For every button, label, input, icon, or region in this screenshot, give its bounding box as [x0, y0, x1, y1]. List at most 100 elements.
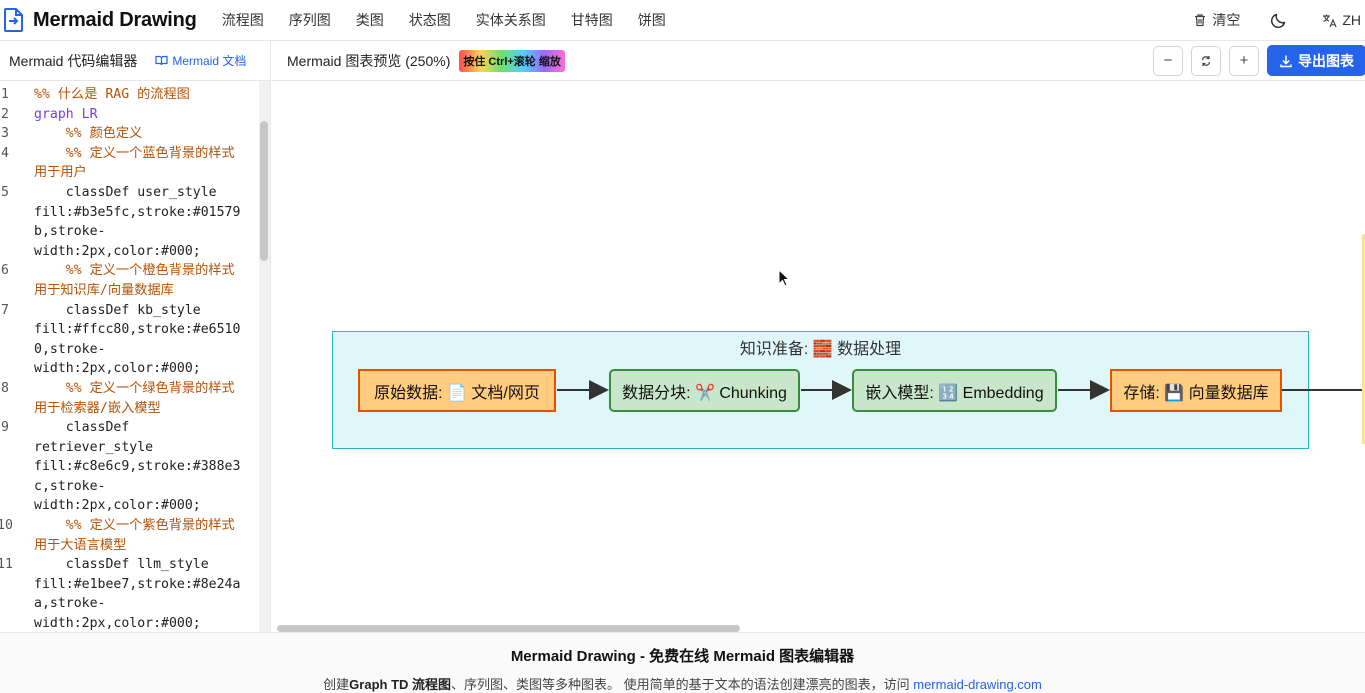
diagram-edges	[557, 380, 1365, 400]
code-text: retriever_style	[34, 439, 154, 455]
line-number	[0, 222, 34, 242]
nav-sequence[interactable]: 序列图	[289, 10, 331, 30]
code-line: fill:#ffcc80,stroke:#e6510	[0, 320, 270, 340]
export-button[interactable]: 导出图表	[1267, 45, 1365, 76]
code-text: 0,stroke-	[34, 341, 106, 357]
line-number	[0, 340, 34, 360]
logo-file-icon	[4, 8, 23, 32]
code-text: fill:#b3e5fc,stroke:#01579	[34, 204, 241, 220]
nav-er[interactable]: 实体关系图	[476, 10, 546, 30]
line-number: 3	[1, 126, 9, 142]
code-line: c,stroke-	[0, 477, 270, 497]
footer-desc-rest: 、序列图、类图等多种图表。 使用简单的基于文本的语法创建漂亮的图表，访问	[451, 677, 914, 692]
preview-header: Mermaid 图表预览 (250%) 按住 Ctrl+滚轮 缩放 − + 导出…	[272, 41, 1365, 81]
canvas-horizontal-scrollbar[interactable]	[277, 625, 740, 632]
download-icon	[1280, 55, 1292, 67]
code-line: 9 classDef	[0, 418, 270, 438]
editor-title: Mermaid 代码编辑器	[9, 52, 138, 69]
preview-title: Mermaid 图表预览 (250%)	[287, 52, 451, 69]
line-number: 11	[0, 557, 13, 573]
code-text: width:2px,color:#000;	[34, 616, 201, 632]
line-number	[0, 457, 34, 477]
export-label: 导出图表	[1298, 52, 1354, 69]
footer-title: Mermaid Drawing - 免费在线 Mermaid 图表编辑器	[510, 648, 855, 665]
zoom-out-button[interactable]: −	[1153, 45, 1183, 76]
code-line: 3 %% 颜色定义	[0, 124, 270, 144]
footer-description: 创建Graph TD 流程图、序列图、类图等多种图表。 使用简单的基于文本的语法…	[0, 674, 1365, 693]
line-number: 8	[1, 380, 9, 396]
code-line: width:2px,color:#000;	[0, 242, 270, 262]
code-line: fill:#e1bee7,stroke:#8e24a	[0, 575, 270, 595]
code-line: retriever_style	[0, 438, 270, 458]
code-text: b,stroke-	[34, 224, 106, 240]
code-text: %% 定义一个绿色背景的样式	[34, 380, 235, 396]
zoom-out-label: −	[1163, 52, 1173, 69]
language-switch[interactable]: ZH	[1322, 12, 1361, 28]
code-text: width:2px,color:#000;	[34, 243, 201, 259]
code-line: 用于用户	[0, 163, 270, 183]
reset-zoom-button[interactable]	[1191, 45, 1221, 76]
code-line: 2 graph LR	[0, 105, 270, 125]
line-number	[0, 281, 34, 301]
code-line: a,stroke-	[0, 594, 270, 614]
code-text: 用于大语言模型	[34, 537, 127, 553]
translate-icon	[1323, 14, 1337, 27]
clear-label: 清空	[1212, 12, 1241, 28]
line-number: 4	[1, 145, 9, 161]
top-navbar: Mermaid Drawing 流程图 序列图 类图 状态图 实体关系图 甘特图…	[0, 0, 1365, 41]
code-line: 10 %% 定义一个紫色背景的样式	[0, 516, 270, 536]
code-line: width:2px,color:#000;	[0, 614, 270, 632]
line-number	[0, 399, 34, 419]
code-line: 0,stroke-	[0, 340, 270, 360]
line-number	[0, 575, 34, 595]
line-number	[0, 614, 34, 632]
mermaid-docs-link[interactable]: Mermaid 文档	[155, 52, 246, 69]
line-number	[0, 359, 34, 379]
language-label: ZH	[1342, 12, 1361, 28]
app-logo[interactable]: Mermaid Drawing	[2, 8, 197, 32]
code-text: 用于检索器/嵌入模型	[34, 400, 161, 416]
code-line: fill:#c8e6c9,stroke:#388e3	[0, 457, 270, 477]
theme-toggle[interactable]	[1270, 12, 1292, 29]
code-text: classDef user_style	[34, 184, 217, 200]
code-line: fill:#b3e5fc,stroke:#01579	[0, 203, 270, 223]
code-line: b,stroke-	[0, 222, 270, 242]
app-title: Mermaid Drawing	[33, 8, 197, 31]
line-number: 7	[1, 302, 9, 318]
editor-scrollbar-thumb[interactable]	[260, 121, 268, 261]
nav-flowchart[interactable]: 流程图	[222, 10, 264, 30]
nav-class[interactable]: 类图	[356, 10, 384, 30]
code-line: 用于知识库/向量数据库	[0, 281, 270, 301]
nav-state[interactable]: 状态图	[409, 10, 451, 30]
diagram-canvas[interactable]: 知识准备: 🧱 数据处理 原始数据: 📄 文档/网页 数据分块: ✂️ Chun…	[272, 81, 1365, 632]
code-textarea[interactable]: 1%% 什么是 RAG 的流程图 2 graph LR 3 %% 颜色定义 4 %% 定…	[0, 81, 270, 632]
code-text: classDef llm_style	[34, 557, 209, 573]
nav-pie[interactable]: 饼图	[638, 10, 666, 30]
book-icon	[155, 55, 168, 66]
zoom-in-button[interactable]: +	[1229, 45, 1259, 76]
code-text: fill:#ffcc80,stroke:#e6510	[34, 322, 241, 338]
code-text: %% 定义一个橙色背景的样式	[34, 263, 235, 279]
line-number	[0, 477, 34, 497]
nav-gantt[interactable]: 甘特图	[571, 10, 613, 30]
code-text: fill:#c8e6c9,stroke:#388e3	[34, 459, 241, 475]
footer-site-link[interactable]: mermaid-drawing.com	[913, 677, 1042, 692]
code-text: 用于用户	[34, 165, 87, 181]
clear-button[interactable]: 清空	[1193, 10, 1240, 30]
zoom-hint-badge: 按住 Ctrl+滚轮 缩放	[459, 49, 565, 72]
code-editor-panel: Mermaid 代码编辑器 Mermaid 文档 1 %% 什么是 RAG 的流程…	[0, 41, 271, 632]
footer-desc-prefix: 创建	[323, 677, 350, 692]
zoom-in-label: +	[1239, 52, 1249, 69]
code-text: a,stroke-	[34, 596, 106, 612]
line-number	[0, 163, 34, 183]
code-line: 7 classDef kb_style	[0, 301, 270, 321]
code-line: 5 classDef user_style	[0, 183, 270, 203]
docs-link-label: Mermaid 文档	[172, 54, 247, 68]
code-text: c,stroke-	[34, 478, 106, 494]
code-line: 11 classDef llm_style	[0, 555, 270, 575]
code-text: %% 定义一个蓝色背景的样式	[34, 145, 235, 161]
line-number	[0, 438, 34, 458]
code-line: width:2px,color:#000;	[0, 496, 270, 516]
line-number: 5	[1, 184, 9, 200]
code-text: graph LR	[34, 106, 98, 122]
